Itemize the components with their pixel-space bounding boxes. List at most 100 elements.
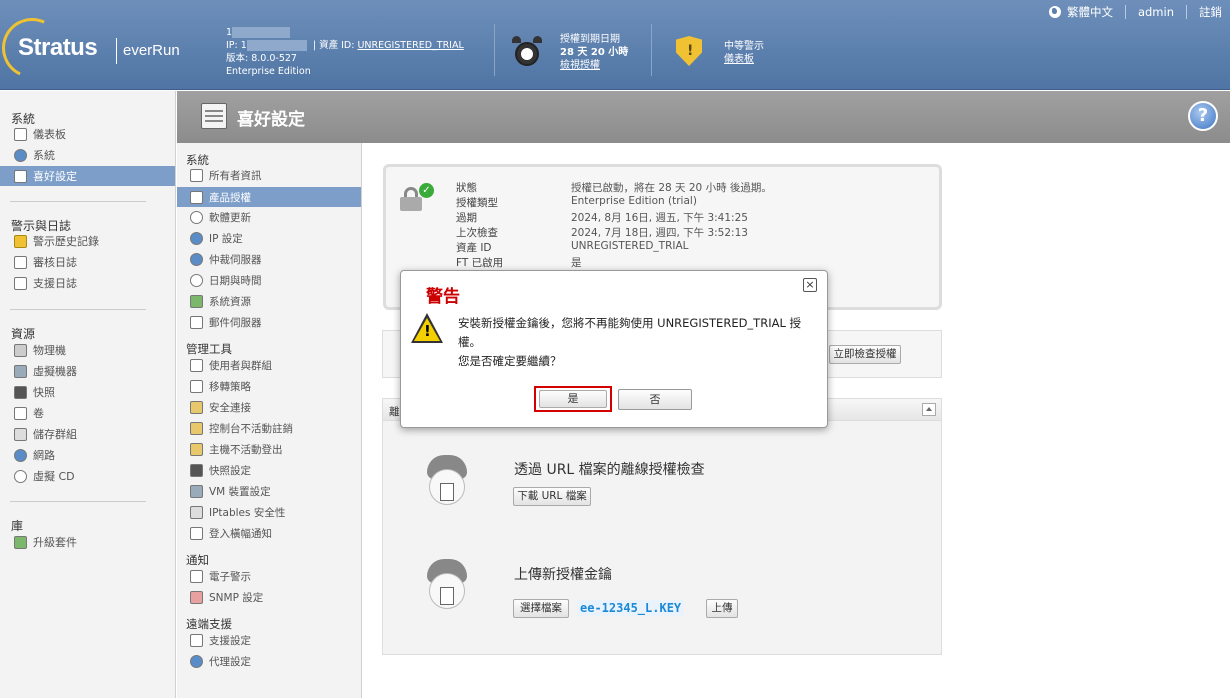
proxy-icon [190,654,203,668]
view-license-link[interactable]: 檢視授權 [560,60,600,71]
lock-icon [190,400,203,414]
lock-icon [190,442,203,456]
app-header: Stratus everRun 1 IP: 1 | 資產 ID: UNREGIS… [0,0,1230,90]
camera-icon [14,385,27,399]
globe-icon [1048,6,1061,18]
subnav-item-quorum-servers[interactable]: 仲裁伺服器 [177,249,361,269]
nav-item-preferences[interactable]: 喜好設定 [0,166,175,186]
subnav-item-software-updates[interactable]: 軟體更新 [177,207,361,227]
upload-button[interactable]: 上傳 [706,599,738,618]
collapse-icon[interactable] [922,403,936,416]
help-button[interactable]: ? [1188,101,1218,131]
nav-label: 喜好設定 [33,170,77,183]
camera-icon [190,463,203,477]
nav-label: 快照 [33,386,55,399]
cloud-upload-icon [425,559,469,615]
subnav-item-ip-settings[interactable]: IP 設定 [177,228,361,248]
subnav-label: 產品授權 [209,191,251,204]
selected-file-name: ee-12345_L.KEY [577,600,685,616]
user-name[interactable]: admin [1138,5,1174,19]
nav-item-virtual-cd[interactable]: 虛擬 CD [0,466,175,486]
subnav-label: 快照設定 [209,464,251,477]
no-button[interactable]: 否 [618,389,692,410]
subnav-label: 支援設定 [209,634,251,647]
last-check-label: 上次檢查 [456,227,498,239]
check-license-button[interactable]: 立即檢查授權 [829,345,901,364]
nav-label: 虛擬機器 [33,365,77,378]
logo-separator [116,38,117,64]
brand-product: everRun [123,42,180,59]
nav-item-volumes[interactable]: 卷 [0,403,175,423]
dialog-message-line1: 安裝新授權金鑰後，您將不再能夠使用 UNREGISTERED_TRIAL 授權。 [458,316,802,349]
subnav-item-e-alerts[interactable]: 電子警示 [177,566,361,586]
nav-item-dashboard[interactable]: 儀表板 [0,124,175,144]
lock-icon [190,421,203,435]
subnav-item-iptables[interactable]: IPtables 安全性 [177,502,361,522]
header-divider [494,24,495,76]
yes-button[interactable]: 是 [539,390,607,408]
close-icon[interactable]: × [803,278,817,292]
subnav-item-date-time[interactable]: 日期與時間 [177,270,361,290]
nav-item-snapshots[interactable]: 快照 [0,382,175,402]
choose-file-button[interactable]: 選擇檔案 [513,599,569,618]
subnav-label: IPtables 安全性 [209,506,286,519]
subnav-label: 系統資源 [209,295,251,308]
log-icon [14,276,27,290]
subnav-item-snmp[interactable]: SNMP 設定 [177,587,361,607]
logout-link[interactable]: 註銷 [1199,4,1222,20]
subnav-label: 仲裁伺服器 [209,253,262,266]
nav-item-support-log[interactable]: 支援日誌 [0,273,175,293]
last-check-value: 2024, 7月 18日, 週四, 下午 3:52:13 [571,227,748,239]
subnav-item-secure-connection[interactable]: 安全連接 [177,397,361,417]
subnav-item-snapshot-settings[interactable]: 快照設定 [177,460,361,480]
ft-enabled-value: 是 [571,257,582,269]
preferences-icon [201,103,227,129]
redacted-hostname [232,27,291,38]
download-url-button[interactable]: 下載 URL 檔案 [513,487,591,506]
license-label: 授權到期日期 [560,34,620,45]
warning-dialog: 警告 × ! 安裝新授權金鑰後，您將不再能夠使用 UNREGISTERED_TR… [400,270,828,428]
subnav-item-migration-policy[interactable]: 移轉策略 [177,376,361,396]
subnav-item-console-timeout[interactable]: 控制台不活動註銷 [177,418,361,438]
subnav-item-login-banner[interactable]: 登入橫幅通知 [177,523,361,543]
license-type-value: Enterprise Edition (trial) [571,195,697,207]
asset-id-link[interactable]: UNREGISTERED_TRIAL [357,40,463,51]
bell-icon [14,234,27,248]
page-title: 喜好設定 [237,110,305,130]
nav-label: 系統 [33,149,55,162]
subnav-item-host-timeout[interactable]: 主機不活動登出 [177,439,361,459]
brand-main: Stratus [18,34,98,61]
subnav-item-vm-device[interactable]: VM 裝置設定 [177,481,361,501]
nav-item-physical-machines[interactable]: 物理機 [0,340,175,360]
nav-item-audit-log[interactable]: 審核日誌 [0,252,175,272]
license-type-label: 授權類型 [456,197,498,209]
subnav-item-proxy-config[interactable]: 代理設定 [177,651,361,671]
nav-item-storage-groups[interactable]: 儲存群組 [0,424,175,444]
nav-item-system[interactable]: 系統 [0,145,175,165]
ip-address: IP: 1 [226,40,247,51]
migrate-icon [190,379,203,393]
dashboard-link[interactable]: 儀表板 [724,54,754,65]
nav-label: 支援日誌 [33,277,77,290]
subnav-item-product-license[interactable]: 產品授權 [177,187,361,207]
subnav-item-owner-info[interactable]: 所有者資訊 [177,165,361,185]
nav-label: 卷 [33,407,44,420]
nav-item-networks[interactable]: 網路 [0,445,175,465]
nav-item-upgrade-kits[interactable]: 升級套件 [0,532,175,552]
nav-label: 警示歷史記錄 [33,235,99,248]
subnav-item-system-resources[interactable]: 系統資源 [177,291,361,311]
language-selector[interactable]: 繁體中文 [1067,4,1113,20]
asset-id-value: UNREGISTERED_TRIAL [571,240,689,252]
globe-icon [190,231,203,245]
upgrade-icon [14,535,27,549]
subnav-item-support-config[interactable]: 支援設定 [177,630,361,650]
version-text: 版本: 8.0.0-527 [226,53,297,64]
subnav-item-users-groups[interactable]: 使用者與群組 [177,355,361,375]
nav-item-virtual-machines[interactable]: 虛擬機器 [0,361,175,381]
nav-item-alert-history[interactable]: 警示歷史記錄 [0,231,175,251]
nav-divider [10,309,146,310]
storage-icon [14,427,27,441]
subnav-item-mail-server[interactable]: 郵件伺服器 [177,312,361,332]
edition-text: Enterprise Edition [226,66,311,77]
subnav-label: 控制台不活動註銷 [209,422,293,435]
